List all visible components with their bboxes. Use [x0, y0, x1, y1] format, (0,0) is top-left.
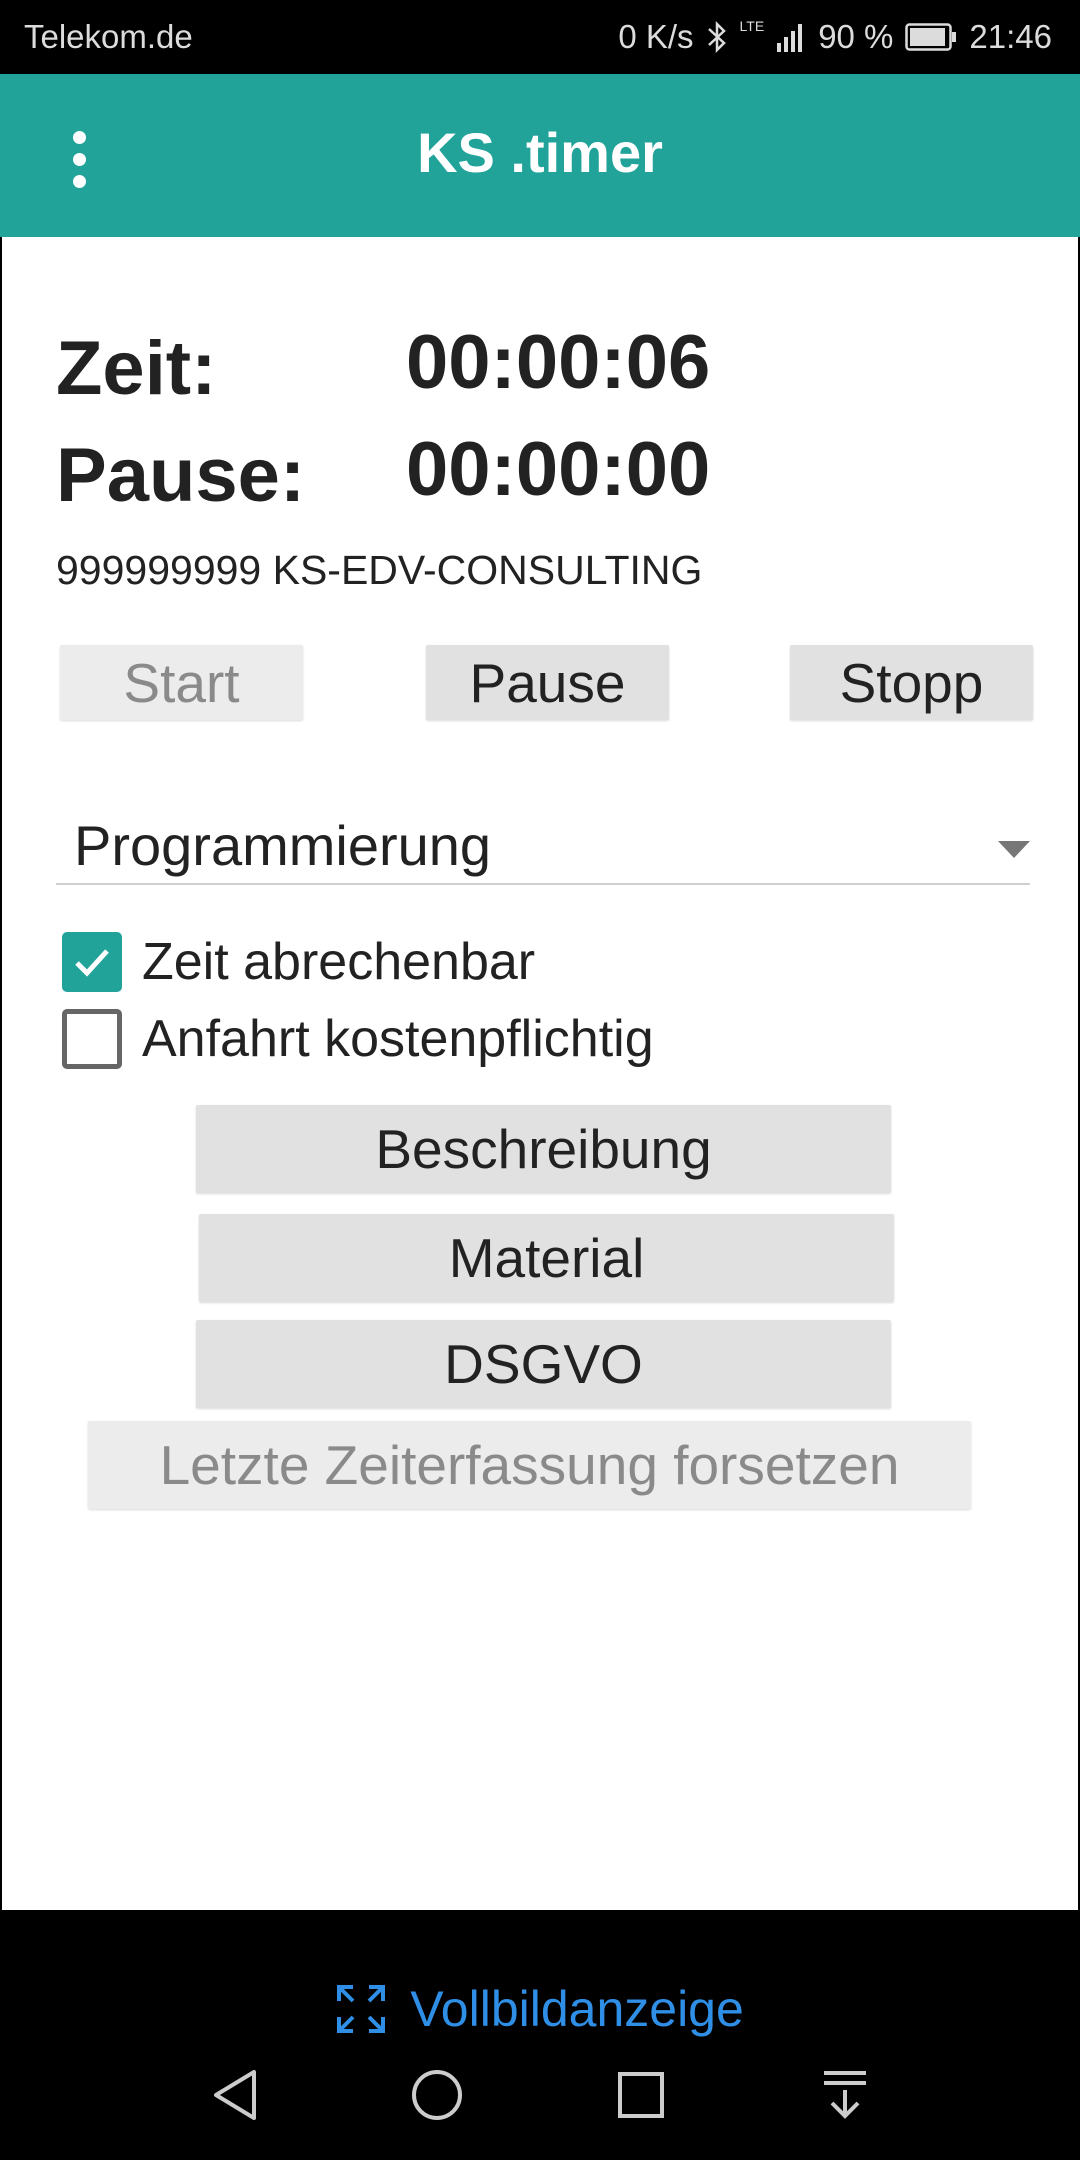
nav-back-button[interactable]	[200, 2060, 270, 2130]
stopp-button[interactable]: Stopp	[790, 645, 1033, 720]
activity-selected: Programmierung	[74, 814, 492, 877]
battery-icon	[905, 23, 957, 51]
lte-label: LTE	[739, 18, 765, 34]
back-icon	[214, 2070, 256, 2120]
carrier-name: Telekom.de	[24, 18, 193, 55]
fullscreen-button[interactable]: Vollbildanzeige	[0, 1980, 1080, 2038]
activity-dropdown[interactable]: Programmierung	[56, 813, 1030, 885]
navigation-bar: Vollbildanzeige	[0, 1910, 1080, 2160]
fullscreen-label: Vollbildanzeige	[410, 1981, 744, 2037]
home-icon	[412, 2070, 462, 2120]
material-button[interactable]: Material	[199, 1214, 894, 1302]
anfahrt-kostenpflichtig-checkbox[interactable]	[62, 1009, 122, 1069]
anfahrt-kostenpflichtig-row[interactable]: Anfahrt kostenpflichtig	[62, 1007, 654, 1071]
pause-button[interactable]: Pause	[426, 645, 669, 720]
zeit-abrechenbar-row[interactable]: Zeit abrechenbar	[62, 930, 535, 994]
clock: 21:46	[969, 18, 1052, 55]
nav-notifications-button[interactable]	[810, 2060, 880, 2130]
letzte-zeiterfassung-button[interactable]: Letzte Zeiterfassung forsetzen	[88, 1421, 971, 1509]
status-bar: Telekom.de 0 K/s LTE 90 % 21:46	[0, 0, 1080, 74]
zeit-abrechenbar-checkbox[interactable]	[62, 932, 122, 992]
pause-value: 00:00:00	[406, 427, 711, 512]
nav-recents-button[interactable]	[606, 2060, 676, 2130]
notification-pull-icon	[824, 2071, 866, 2119]
fullscreen-icon	[337, 1985, 386, 2033]
app-title: KS .timer	[417, 121, 663, 184]
zeit-value: 00:00:06	[406, 320, 711, 405]
dropdown-arrow-icon	[998, 841, 1030, 858]
app-bar: KS .timer	[0, 74, 1080, 237]
pause-label: Pause:	[56, 433, 306, 518]
nav-home-button[interactable]	[402, 2060, 472, 2130]
signal-icon	[776, 21, 806, 53]
network-speed: 0 K/s	[618, 18, 694, 55]
anfahrt-kostenpflichtig-label: Anfahrt kostenpflichtig	[142, 1010, 654, 1068]
recents-icon	[618, 2072, 664, 2118]
beschreibung-button[interactable]: Beschreibung	[196, 1105, 891, 1193]
bluetooth-icon	[706, 20, 728, 54]
status-indicators: 0 K/s LTE 90 % 21:46	[618, 18, 1052, 56]
main-content: Zeit: 00:00:06 Pause: 00:00:00 999999999…	[0, 237, 1080, 1912]
zeit-label: Zeit:	[56, 326, 217, 411]
start-button[interactable]: Start	[60, 645, 303, 720]
dsgvo-button[interactable]: DSGVO	[196, 1320, 891, 1408]
customer-line: 999999999 KS-EDV-CONSULTING	[56, 547, 703, 593]
battery-percent: 90 %	[818, 18, 894, 55]
checkmark-icon	[75, 949, 109, 977]
zeit-abrechenbar-label: Zeit abrechenbar	[142, 933, 536, 991]
